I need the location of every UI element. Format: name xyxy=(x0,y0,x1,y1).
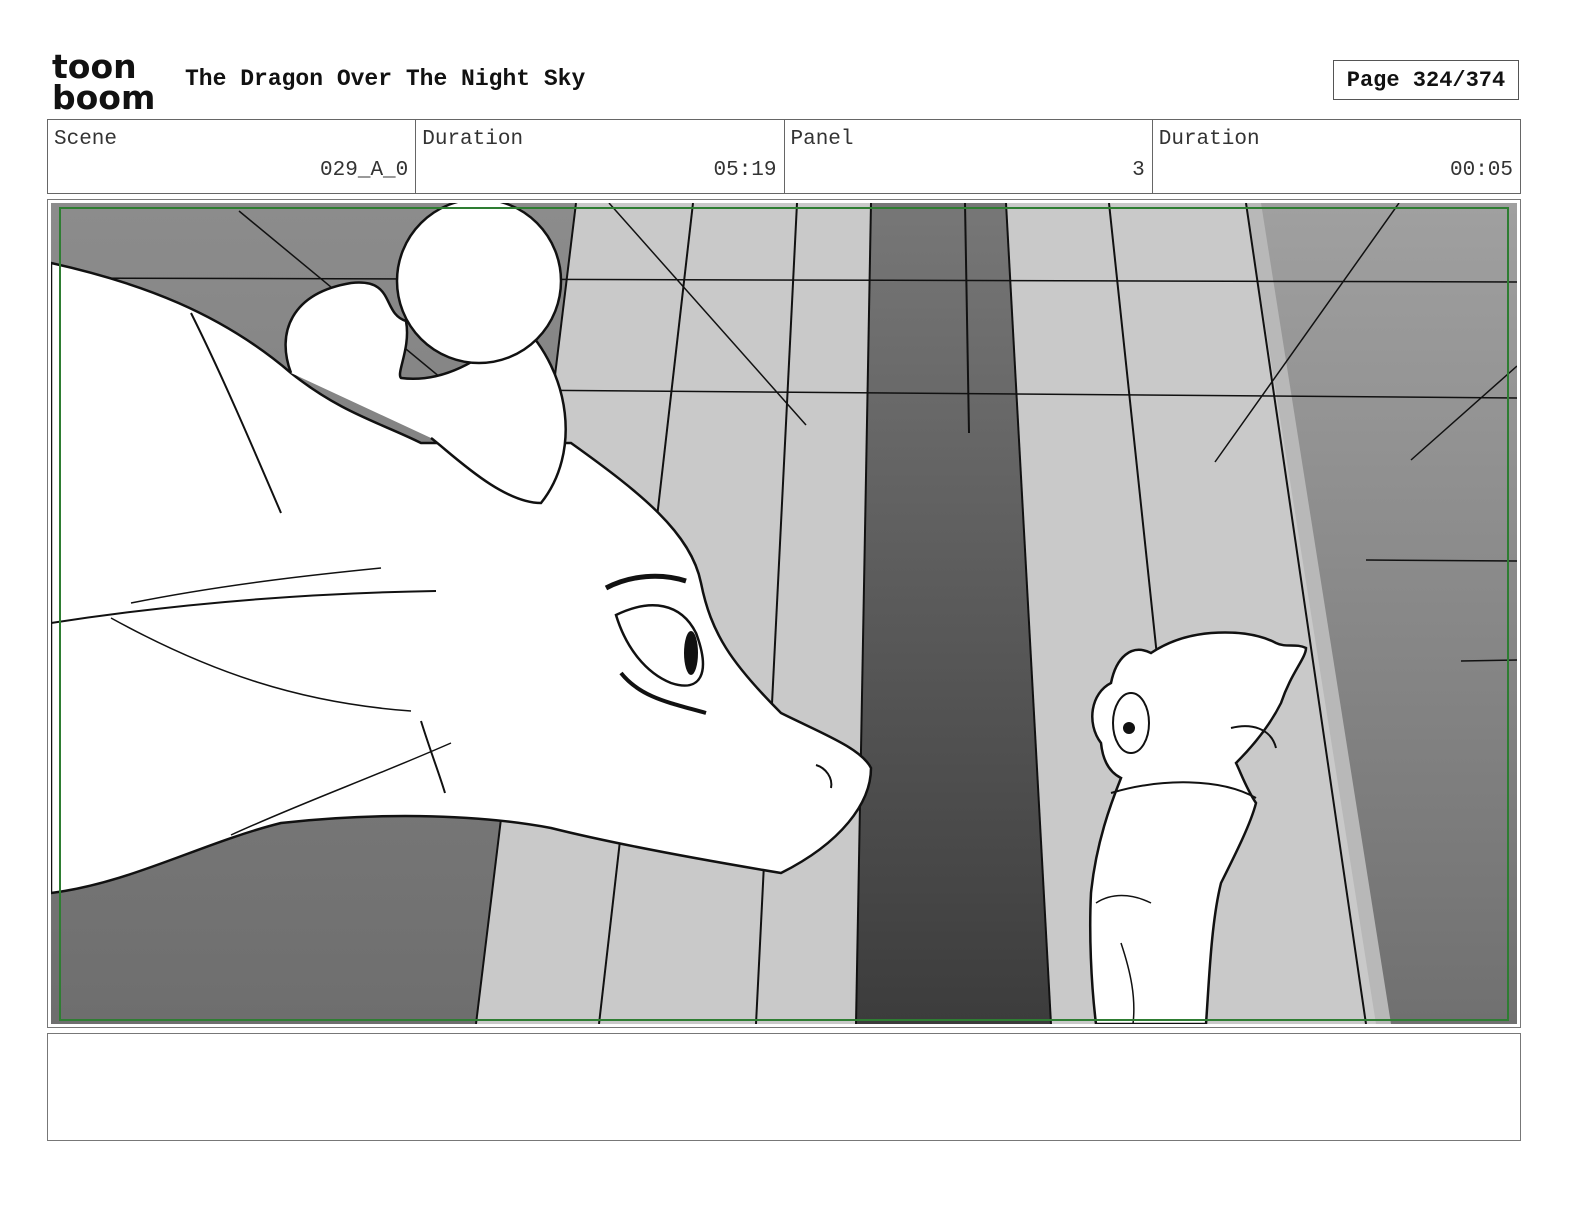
scene-duration-label: Duration xyxy=(422,128,524,151)
logo-line2: boom xyxy=(52,78,155,112)
safe-area-frame xyxy=(59,207,1509,1021)
scene-cell: Scene 029_A_0 xyxy=(48,120,417,193)
panel-value: 3 xyxy=(1132,159,1145,182)
scene-duration-cell: Duration 05:19 xyxy=(416,120,785,193)
panel-cell: Panel 3 xyxy=(785,120,1153,193)
scene-duration-value: 05:19 xyxy=(713,159,777,182)
storyboard-title: The Dragon Over The Night Sky xyxy=(185,66,586,92)
scene-label: Scene xyxy=(54,128,118,151)
panel-label: Panel xyxy=(790,128,854,151)
scene-info-row: Scene 029_A_0 Duration 05:19 Panel 3 Dur… xyxy=(47,119,1521,194)
page-number: Page 324/374 xyxy=(1333,60,1519,100)
panel-duration-cell: Duration 00:05 xyxy=(1153,120,1520,193)
panel-notes-box xyxy=(47,1033,1521,1141)
panel-duration-value: 00:05 xyxy=(1449,159,1513,182)
scene-value: 029_A_0 xyxy=(320,159,409,182)
toonboom-logo: toon boom xyxy=(51,47,163,117)
panel-duration-label: Duration xyxy=(1158,128,1260,151)
